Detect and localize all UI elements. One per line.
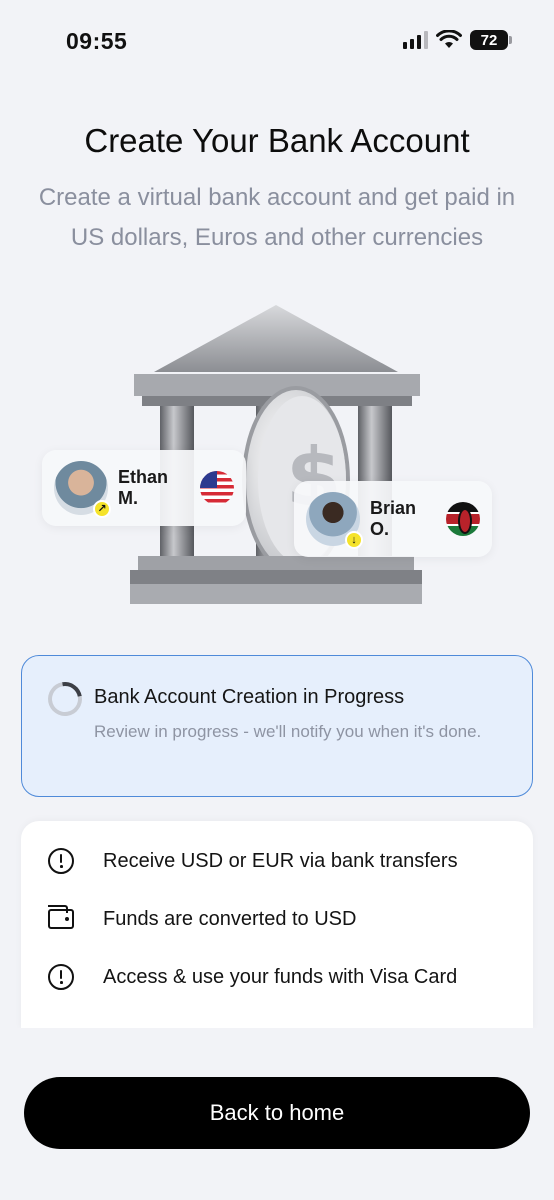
bank-illustration: $ ↗ Ethan M. ↓ Brian O. [0,300,554,610]
outgoing-arrow-icon: ↗ [93,500,111,518]
page-subtitle: Create a virtual bank account and get pa… [38,184,516,251]
wifi-icon [436,30,462,48]
alert-circle-icon [47,963,75,991]
status-icons: 72 [403,30,512,50]
wallet-icon [47,905,75,933]
battery-level: 72 [480,31,498,49]
page-title: Create Your Bank Account [84,122,470,159]
user-card-brian: ↓ Brian O. [294,481,492,557]
status-title: Bank Account Creation in Progress [94,686,405,708]
home-indicator [0,1180,554,1200]
avatar: ↓ [306,492,363,549]
account-creation-status-card: Bank Account Creation in Progress Review… [21,655,533,797]
feature-item: Receive USD or EUR via bank transfers [21,841,533,881]
user-name: Brian O. [370,498,417,539]
avatar: ↗ [54,461,111,518]
document-icon [47,1013,75,1029]
cellular-signal-icon [403,31,428,49]
feature-item: Funds are converted to USD [21,899,533,939]
user-card-ethan: ↗ Ethan M. [42,450,246,526]
status-description: Review in progress - we'll notify you wh… [94,722,482,741]
feature-label: Receive USD or EUR via bank transfers [103,849,458,872]
feature-label: Funds are converted to USD [103,907,357,930]
loading-spinner-icon [41,675,89,723]
feature-label: Access & use your funds with Visa Card [103,965,458,988]
feature-item: Access & use your funds with Visa Card [21,957,533,997]
back-to-home-button[interactable]: Back to home [24,1077,530,1149]
status-time: 09:55 [66,28,128,54]
incoming-arrow-icon: ↓ [345,531,363,549]
battery-icon: 72 [470,30,512,50]
features-list: Receive USD or EUR via bank transfers Fu… [21,821,533,1029]
screen: 09:55 72 Create Your Bank Account Create… [0,0,554,1200]
feature-item-partial [21,1007,533,1029]
alert-circle-icon [47,847,75,875]
kenya-flag-icon [446,502,480,536]
us-flag-icon [200,471,234,505]
user-name: Ethan M. [118,467,169,508]
status-bar: 09:55 72 [0,0,554,80]
